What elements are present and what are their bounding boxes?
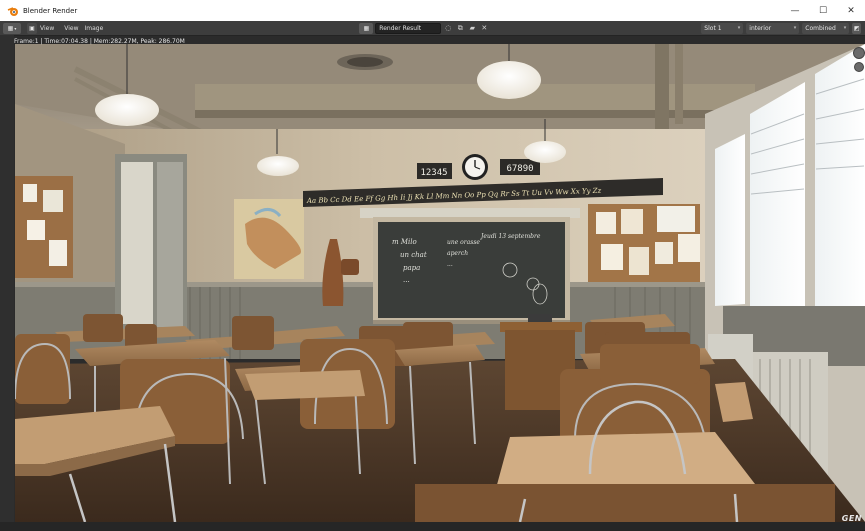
board-mid-2: aperch (447, 250, 468, 257)
navigation-gizmo-icon[interactable] (853, 47, 865, 59)
fake-user-icon[interactable]: ◌ (443, 23, 453, 34)
watermark-logo: GEN (841, 514, 862, 523)
render-result-image: 12345 67890 Aa Bb Cc Dd Ee Ff Gg Hh Ii J… (15, 44, 865, 522)
view-mode-button[interactable]: ▣ (27, 22, 37, 34)
window-titlebar: Blender Render — ☐ ✕ (0, 0, 865, 21)
menu-view-2[interactable]: View (64, 25, 78, 32)
scene-number-left: 12345 (420, 168, 447, 178)
board-mid-1: une orasse (447, 239, 480, 246)
editor-type-button[interactable]: ▦ ▾ (3, 22, 21, 34)
chevron-down-icon: ▾ (793, 25, 797, 31)
bottom-bar (0, 522, 865, 531)
board-date: Jeudi 13 septembre (479, 233, 541, 240)
board-line-3: papa (403, 264, 420, 272)
slot-value: Slot 1 (704, 24, 722, 32)
image-editor-icon: ▦ (7, 24, 14, 32)
blender-icon (6, 4, 20, 18)
zoom-icon[interactable] (854, 62, 864, 72)
chevron-down-icon: ▾ (843, 25, 847, 31)
image-editor-header: ▦ ▾ ▣ View View Image ▦ Render Result ◌ ⧉… (0, 21, 865, 36)
window-controls: — ☐ ✕ (781, 0, 865, 21)
board-line-1: m Milo (392, 238, 417, 246)
menu-image[interactable]: Image (85, 25, 104, 32)
maximize-button[interactable]: ☐ (809, 0, 837, 21)
viewport-gizmo-strip (853, 44, 865, 84)
render-layer-select[interactable]: interior ▾ (746, 22, 800, 34)
new-image-icon[interactable]: ⧉ (455, 23, 465, 34)
close-button[interactable]: ✕ (837, 0, 865, 21)
slot-select[interactable]: Slot 1 ▾ (701, 22, 744, 34)
scene-number-right: 67890 (506, 164, 533, 174)
open-folder-icon[interactable]: ▰ (467, 23, 477, 34)
window-title: Blender Render (23, 6, 78, 15)
board-mid-3: ... (447, 261, 453, 268)
render-layer-value: interior (749, 24, 772, 32)
render-pass-value: Combined (805, 24, 836, 32)
render-pass-select[interactable]: Combined ▾ (802, 22, 850, 34)
minimize-button[interactable]: — (781, 0, 809, 21)
render-result-viewport[interactable]: 12345 67890 Aa Bb Cc Dd Ee Ff Gg Hh Ii J… (15, 44, 865, 522)
board-line-4: ... (403, 276, 410, 284)
unlink-icon[interactable]: ✕ (479, 23, 489, 34)
menu-view-1[interactable]: View (40, 25, 54, 32)
tool-shelf-strip (0, 35, 14, 531)
view-icon: ▣ (29, 24, 35, 32)
channels-icon: ◩ (853, 24, 860, 32)
image-browse-icon: ▦ (363, 24, 370, 32)
chevron-down-icon: ▾ (737, 25, 741, 31)
render-status: Frame:1 | Time:07:04.38 | Mem:282.27M, P… (14, 38, 185, 45)
board-line-2: un chat (400, 251, 427, 259)
display-channels-button[interactable]: ◩ (852, 22, 862, 34)
image-browse-button[interactable]: ▦ (359, 22, 374, 34)
image-name-field[interactable]: Render Result (375, 22, 442, 34)
